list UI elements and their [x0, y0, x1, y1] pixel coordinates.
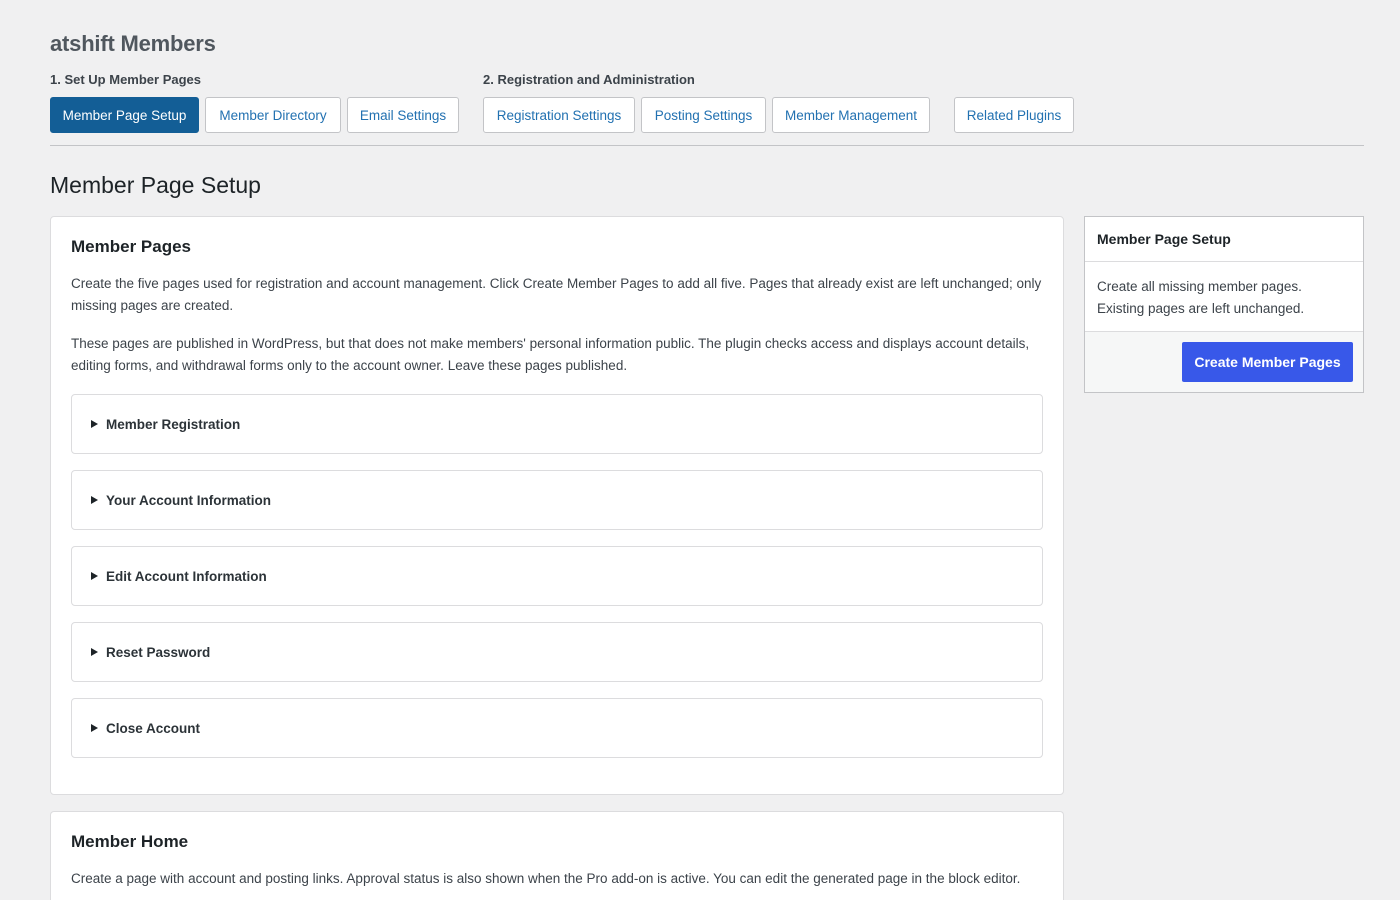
tab-member-management[interactable]: Member Management: [772, 97, 930, 133]
sidebar-text: Create all missing member pages. Existin…: [1097, 279, 1305, 316]
section-label: Reset Password: [106, 644, 211, 660]
section-member-registration[interactable]: Member Registration: [71, 394, 1043, 454]
expand-triangle-icon: [91, 724, 98, 732]
tab-related-plugins[interactable]: Related Plugins: [954, 97, 1074, 133]
section-label: Edit Account Information: [106, 568, 267, 584]
tab-registration-settings[interactable]: Registration Settings: [483, 97, 635, 133]
create-member-pages-button[interactable]: Create Member Pages: [1182, 342, 1353, 382]
expand-triangle-icon: [91, 420, 98, 428]
expand-triangle-icon: [91, 648, 98, 656]
sidebar-title: Member Page Setup: [1085, 217, 1363, 262]
section-edit-account-information[interactable]: Edit Account Information: [71, 546, 1043, 606]
member-home-card: Member Home Create a page with account a…: [50, 811, 1064, 900]
tab-posting-settings[interactable]: Posting Settings: [641, 97, 766, 133]
member-pages-description-1: Create the five pages used for registrat…: [71, 276, 1042, 313]
expand-triangle-icon: [91, 496, 98, 504]
member-pages-description-2: These pages are published in WordPress, …: [71, 336, 1030, 373]
nav-group-admin-label: 2. Registration and Administration: [483, 72, 695, 87]
member-pages-title: Member Pages: [71, 237, 191, 256]
expand-triangle-icon: [91, 572, 98, 580]
page-title: Member Page Setup: [50, 172, 261, 198]
member-pages-card: Member Pages Create the five pages used …: [50, 216, 1064, 795]
section-label: Member Registration: [106, 416, 241, 432]
nav-divider: [50, 145, 1364, 146]
sidebar-setup-panel: Member Page Setup Create all missing mem…: [1084, 216, 1364, 393]
nav-group-setup-label: 1. Set Up Member Pages: [50, 72, 201, 87]
app-title: atshift Members: [50, 31, 216, 56]
tab-member-page-setup[interactable]: Member Page Setup: [50, 97, 199, 133]
sidebar-body: Create all missing member pages. Existin…: [1085, 262, 1363, 332]
app-root: atshift Members 1. Set Up Member Pages 2…: [0, 0, 1400, 900]
tab-email-settings[interactable]: Email Settings: [347, 97, 459, 133]
tab-member-directory[interactable]: Member Directory: [205, 97, 341, 133]
member-home-title: Member Home: [71, 832, 189, 851]
sidebar-footer: Create Member Pages: [1085, 331, 1363, 392]
section-close-account[interactable]: Close Account: [71, 698, 1043, 758]
section-your-account-information[interactable]: Your Account Information: [71, 470, 1043, 530]
section-reset-password[interactable]: Reset Password: [71, 622, 1043, 682]
member-home-description: Create a page with account and posting l…: [71, 871, 1021, 886]
section-label: Close Account: [106, 720, 201, 736]
section-label: Your Account Information: [106, 492, 271, 508]
